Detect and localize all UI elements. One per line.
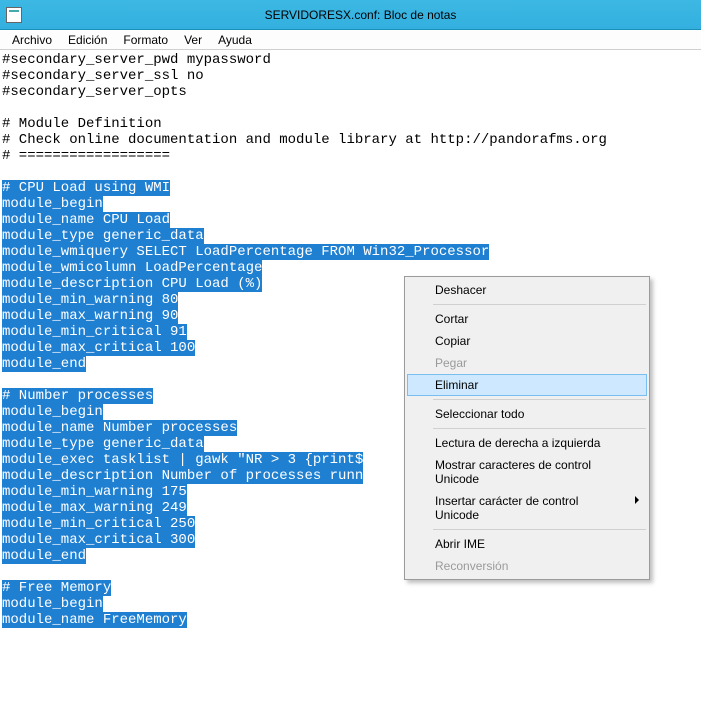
titlebar: SERVIDORESX.conf: Bloc de notas bbox=[0, 0, 701, 30]
text-line-selected: module_begin bbox=[2, 196, 699, 212]
context-menu-separator bbox=[433, 399, 646, 400]
window-title: SERVIDORESX.conf: Bloc de notas bbox=[26, 8, 695, 22]
context-menu-item: Pegar bbox=[407, 352, 647, 374]
context-menu-separator bbox=[433, 529, 646, 530]
context-menu: Deshacer CortarCopiarPegarEliminar Selecci… bbox=[404, 276, 650, 580]
text-line-selected: module_name CPU Load bbox=[2, 212, 699, 228]
menu-ver[interactable]: Ver bbox=[176, 31, 210, 49]
menu-formato[interactable]: Formato bbox=[115, 31, 176, 49]
context-menu-item[interactable]: Insertar carácter de control Unicode bbox=[407, 490, 647, 526]
text-line-selected: module_begin bbox=[2, 596, 699, 612]
text-line bbox=[2, 100, 699, 116]
text-line-selected: # CPU Load using WMI bbox=[2, 180, 699, 196]
text-line: #secondary_server_opts bbox=[2, 84, 699, 100]
context-menu-item[interactable]: Seleccionar todo bbox=[407, 403, 647, 425]
text-line-selected: module_wmiquery SELECT LoadPercentage FR… bbox=[2, 244, 699, 260]
menu-ayuda[interactable]: Ayuda bbox=[210, 31, 260, 49]
submenu-arrow-icon bbox=[635, 496, 639, 504]
context-menu-item[interactable]: Eliminar bbox=[407, 374, 647, 396]
text-line-selected: module_type generic_data bbox=[2, 228, 699, 244]
context-menu-item[interactable]: Cortar bbox=[407, 308, 647, 330]
context-menu-item[interactable]: Deshacer bbox=[407, 279, 647, 301]
text-line: # Module Definition bbox=[2, 116, 699, 132]
context-menu-item[interactable]: Abrir IME bbox=[407, 533, 647, 555]
text-line: #secondary_server_ssl no bbox=[2, 68, 699, 84]
context-menu-item[interactable]: Mostrar caracteres de control Unicode bbox=[407, 454, 647, 490]
text-line-selected: # Free Memory bbox=[2, 580, 699, 596]
text-line: #secondary_server_pwd mypassword bbox=[2, 52, 699, 68]
blank-line bbox=[2, 164, 699, 180]
text-line: # ================== bbox=[2, 148, 699, 164]
menu-edicion[interactable]: Edición bbox=[60, 31, 115, 49]
context-menu-item[interactable]: Copiar bbox=[407, 330, 647, 352]
text-line-selected: module_wmicolumn LoadPercentage bbox=[2, 260, 699, 276]
text-line-selected: module_name FreeMemory bbox=[2, 612, 699, 628]
menu-archivo[interactable]: Archivo bbox=[4, 31, 60, 49]
context-menu-separator bbox=[433, 304, 646, 305]
notepad-icon bbox=[6, 7, 22, 23]
context-menu-item: Reconversión bbox=[407, 555, 647, 577]
menubar: Archivo Edición Formato Ver Ayuda bbox=[0, 30, 701, 50]
context-menu-item[interactable]: Lectura de derecha a izquierda bbox=[407, 432, 647, 454]
text-line: # Check online documentation and module … bbox=[2, 132, 699, 148]
context-menu-separator bbox=[433, 428, 646, 429]
